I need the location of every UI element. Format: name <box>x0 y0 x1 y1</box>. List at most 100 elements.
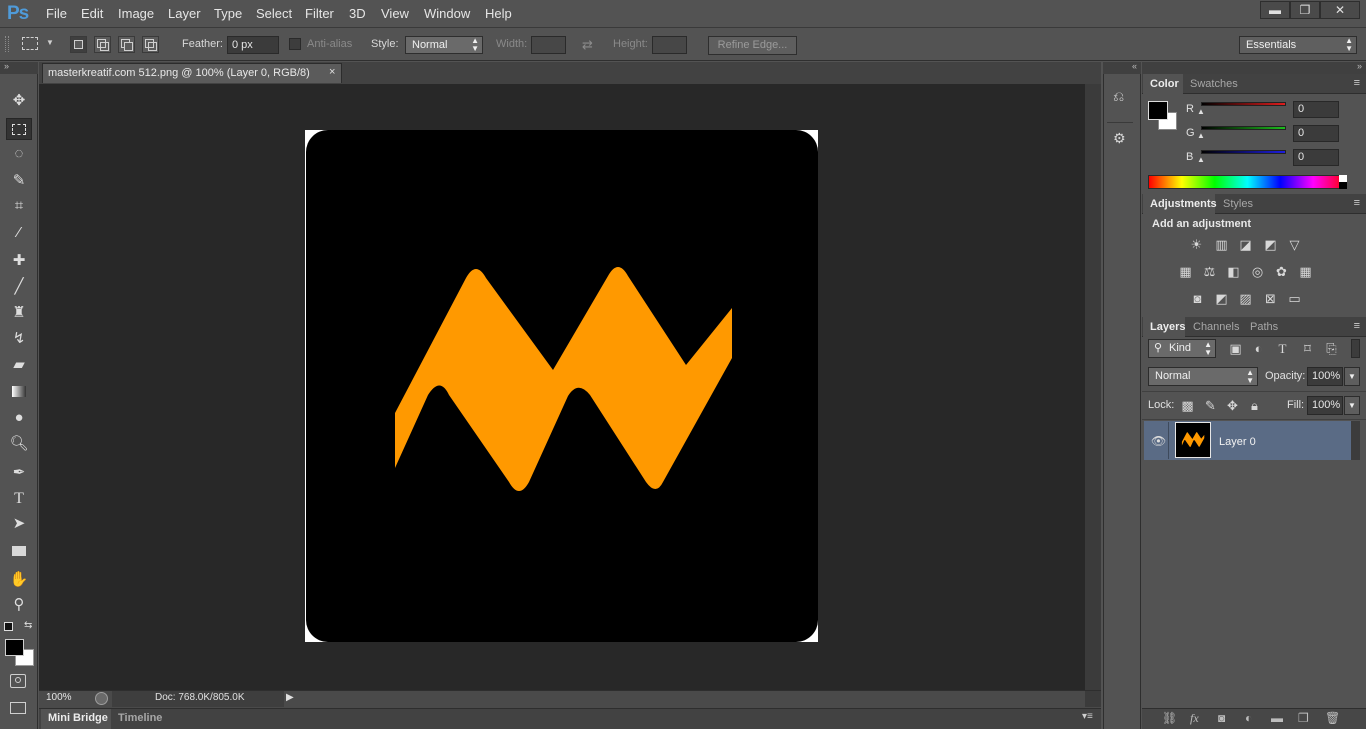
selective-color-icon[interactable]: ⊠ <box>1262 291 1279 306</box>
new-group-folder-icon[interactable]: ▬ <box>1271 711 1283 725</box>
color-balance-icon[interactable]: ⚖ <box>1201 264 1218 279</box>
channel-mixer-icon[interactable]: ✿ <box>1273 264 1290 279</box>
zoom-level[interactable]: 100% <box>46 692 86 706</box>
crop-tool[interactable]: ⌗ <box>6 195 32 217</box>
curves-icon[interactable]: ◪ <box>1237 237 1254 252</box>
menu-type[interactable]: Type <box>214 6 242 21</box>
lock-transparency-icon[interactable]: ▩ <box>1179 398 1196 413</box>
dock-header[interactable]: « <box>1103 61 1141 74</box>
levels-icon[interactable]: ▥ <box>1213 237 1230 252</box>
brush-tool[interactable]: ╱ <box>6 276 32 298</box>
green-slider[interactable] <box>1201 126 1286 130</box>
refine-edge-button[interactable]: Refine Edge... <box>708 36 797 55</box>
link-layers-icon[interactable]: ⛓ <box>1162 711 1177 725</box>
color-panel-menu-icon[interactable]: ≡ <box>1354 77 1360 89</box>
history-brush-tool[interactable]: ↯ <box>6 328 32 350</box>
dodge-tool[interactable]: 🔍︎ <box>6 433 32 455</box>
layer-mask-icon[interactable]: ◙ <box>1218 711 1225 725</box>
default-colors-icon[interactable] <box>4 622 13 631</box>
gradient-map-icon[interactable]: ▭ <box>1286 291 1303 306</box>
status-info-icon[interactable] <box>95 692 108 705</box>
foreground-color-swatch[interactable] <box>5 639 24 656</box>
delete-layer-trash-icon[interactable]: 🗑︎ <box>1325 711 1340 725</box>
slider-thumb-icon[interactable]: ▲ <box>1197 155 1205 164</box>
green-value-field[interactable]: 0 <box>1293 125 1339 142</box>
status-menu-arrow-icon[interactable]: ▶ <box>286 692 294 703</box>
zoom-tool[interactable]: ⚲ <box>6 594 32 616</box>
path-selection-tool[interactable]: ➤ <box>6 513 32 535</box>
filter-shape-icon[interactable]: ⌑ <box>1299 341 1316 356</box>
panels-header[interactable]: » <box>1142 61 1366 74</box>
color-lookup-icon[interactable]: ▦ <box>1297 264 1314 279</box>
menu-select[interactable]: Select <box>256 6 292 21</box>
adjustments-panel-menu-icon[interactable]: ≡ <box>1354 197 1360 209</box>
fill-field[interactable]: 100% <box>1307 396 1343 415</box>
blue-value-field[interactable]: 0 <box>1293 149 1339 166</box>
menu-edit[interactable]: Edit <box>81 6 103 21</box>
close-button[interactable]: ✕ <box>1320 1 1360 19</box>
opacity-dropdown-icon[interactable]: ▼ <box>1344 367 1360 386</box>
fill-dropdown-icon[interactable]: ▼ <box>1344 396 1360 415</box>
slider-thumb-icon[interactable]: ▲ <box>1197 131 1205 140</box>
tab-layers[interactable]: Layers <box>1150 321 1185 333</box>
tab-styles[interactable]: Styles <box>1223 198 1253 210</box>
vertical-scrollbar[interactable] <box>1085 84 1101 690</box>
new-layer-icon[interactable]: ❐ <box>1298 711 1309 725</box>
tab-color[interactable]: Color <box>1150 78 1179 90</box>
menu-help[interactable]: Help <box>485 6 512 21</box>
filter-adjustment-icon[interactable]: ◐ <box>1250 341 1267 356</box>
black-white-icon[interactable]: ◧ <box>1225 264 1242 279</box>
lock-pixels-icon[interactable]: ✎ <box>1202 398 1219 413</box>
options-grip[interactable] <box>5 36 9 52</box>
marquee-preset-icon[interactable] <box>22 37 38 50</box>
menu-view[interactable]: View <box>381 6 409 21</box>
anti-alias-checkbox[interactable] <box>289 38 301 50</box>
threshold-icon[interactable]: ▨ <box>1237 291 1254 306</box>
document-close-icon[interactable]: × <box>329 66 335 78</box>
height-input[interactable] <box>652 36 687 54</box>
color-spectrum-ramp[interactable] <box>1148 175 1347 189</box>
restore-button[interactable]: ❐ <box>1290 1 1320 19</box>
exposure-icon[interactable]: ◩ <box>1262 237 1279 252</box>
hand-tool[interactable]: ✋ <box>6 569 32 591</box>
screen-mode-icon[interactable] <box>10 702 26 714</box>
collapse-icon[interactable]: » <box>4 61 9 71</box>
new-adjustment-layer-icon[interactable]: ◐ <box>1245 711 1252 725</box>
brightness-contrast-icon[interactable]: ☀ <box>1188 237 1205 252</box>
layer-style-fx-icon[interactable]: fx <box>1190 711 1199 726</box>
tab-adjustments[interactable]: Adjustments <box>1150 198 1217 210</box>
tab-paths[interactable]: Paths <box>1250 321 1278 333</box>
clone-stamp-tool[interactable]: ♜ <box>6 302 32 324</box>
lock-position-icon[interactable]: ✥ <box>1224 398 1241 413</box>
layer-visibility-eye-icon[interactable]: 👁︎ <box>1151 434 1166 448</box>
type-tool[interactable]: T <box>6 488 32 510</box>
tab-timeline[interactable]: Timeline <box>118 712 162 724</box>
collapse-icon[interactable]: « <box>1132 61 1137 71</box>
collapse-icon[interactable]: » <box>1357 61 1362 71</box>
invert-icon[interactable]: ◙ <box>1189 291 1206 306</box>
ramp-white-swatch[interactable] <box>1339 175 1347 182</box>
preset-dropdown-icon[interactable]: ▼ <box>46 38 54 47</box>
menu-layer[interactable]: Layer <box>168 6 201 21</box>
new-selection-mode[interactable] <box>70 36 87 53</box>
swap-colors-icon[interactable]: ⇆ <box>24 620 32 631</box>
quick-selection-tool[interactable]: ✎ <box>6 170 32 192</box>
menu-image[interactable]: Image <box>118 6 154 21</box>
tab-mini-bridge[interactable]: Mini Bridge <box>48 712 108 724</box>
lasso-tool[interactable]: ◌ <box>6 143 32 165</box>
style-select[interactable]: Normal ▲ ▼ <box>405 36 483 54</box>
lock-all-icon[interactable]: 🔒︎ <box>1246 398 1263 413</box>
layer-name[interactable]: Layer 0 <box>1219 436 1256 448</box>
tab-swatches[interactable]: Swatches <box>1190 78 1238 90</box>
width-input[interactable] <box>531 36 566 54</box>
layer-thumbnail[interactable] <box>1175 422 1211 458</box>
intersect-selection-mode[interactable] <box>142 36 159 53</box>
filter-type-icon[interactable]: T <box>1274 341 1291 356</box>
filter-smart-object-icon[interactable]: ⎘ <box>1323 341 1340 356</box>
blend-mode-select[interactable]: Normal ▲ ▼ <box>1148 367 1258 386</box>
properties-panel-icon[interactable]: ⚙ <box>1113 130 1126 147</box>
filter-toggle[interactable] <box>1351 339 1360 358</box>
slider-thumb-icon[interactable]: ▲ <box>1197 107 1205 116</box>
blue-slider[interactable] <box>1201 150 1286 154</box>
subtract-selection-mode[interactable] <box>118 36 135 53</box>
